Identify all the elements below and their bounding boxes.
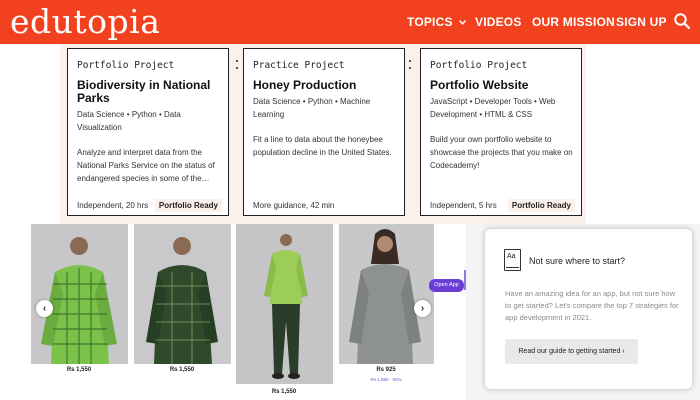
- card-meta: Independent, 20 hrs: [77, 201, 149, 210]
- product-price: Rs 1,550: [271, 389, 297, 395]
- product-image[interactable]: [339, 224, 434, 364]
- card-type: Portfolio Project: [430, 60, 528, 71]
- card-title: Biodiversity in National Parks: [77, 78, 211, 105]
- card-title: Honey Production: [253, 78, 357, 92]
- nav-sign-up[interactable]: SIGN UP: [616, 15, 667, 29]
- card-meta: Independent, 5 hrs: [430, 201, 497, 210]
- original-price-discount: Rs 1,850 · 50%: [370, 377, 402, 382]
- carousel-next-button[interactable]: ›: [414, 300, 431, 317]
- nav-our-mission[interactable]: OUR MISSION: [532, 15, 615, 29]
- carousel-prev-button[interactable]: ‹: [36, 300, 53, 317]
- read-guide-button[interactable]: Read our guide to getting started ›: [505, 339, 638, 364]
- nav-videos[interactable]: VIDEOS: [475, 15, 522, 29]
- carousel-dots: [408, 60, 412, 78]
- model-figure: [31, 224, 128, 364]
- model-figure: [339, 224, 434, 364]
- card-type: Practice Project: [253, 60, 345, 71]
- project-card[interactable]: Portfolio Project Biodiversity in Nation…: [67, 48, 229, 216]
- model-figure: [134, 224, 231, 364]
- card-description: Build your own portfolio website to show…: [430, 135, 573, 170]
- product-image[interactable]: [134, 224, 231, 364]
- chevron-down-icon: [459, 20, 467, 25]
- nav-topics-label: TOPICS: [407, 15, 453, 29]
- product-image[interactable]: [31, 224, 128, 364]
- card-tags: Data Science • Python • Machine Learning: [253, 97, 371, 119]
- product-price: Rs 1,550: [66, 367, 92, 373]
- nav-topics[interactable]: TOPICS: [407, 15, 467, 29]
- project-card[interactable]: Practice Project Honey Production Data S…: [243, 48, 405, 216]
- card-tags: Data Science • Python • Data Visualizati…: [77, 110, 181, 132]
- model-figure: [236, 224, 333, 384]
- search-icon[interactable]: [673, 12, 691, 30]
- card-description: Analyze and interpret data from the Nati…: [77, 148, 215, 183]
- portfolio-ready-badge: Portfolio Ready: [154, 199, 222, 212]
- product-image[interactable]: [236, 224, 333, 384]
- project-card[interactable]: Portfolio Project Portfolio Website Java…: [420, 48, 582, 216]
- guide-description: Have an amazing idea for an app, but not…: [505, 289, 679, 322]
- product-price: Rs 1,550: [169, 367, 195, 373]
- open-app-button[interactable]: Open App: [429, 279, 464, 292]
- product-price: Rs 925: [376, 367, 396, 373]
- book-icon: Aa: [504, 249, 521, 271]
- card-type: Portfolio Project: [77, 60, 175, 71]
- portfolio-ready-badge: Portfolio Ready: [507, 199, 575, 212]
- card-meta: More guidance, 42 min: [253, 201, 335, 210]
- carousel-dots: [235, 60, 239, 78]
- card-description: Fit a line to data about the honeybee po…: [253, 135, 392, 157]
- site-header: edutopia TOPICS VIDEOS OUR MISSION SIGN …: [0, 0, 700, 44]
- site-logo[interactable]: edutopia: [10, 4, 160, 40]
- card-title: Portfolio Website: [430, 78, 529, 92]
- guide-title: Not sure where to start?: [529, 256, 626, 266]
- card-tags: JavaScript • Developer Tools • Web Devel…: [430, 97, 556, 119]
